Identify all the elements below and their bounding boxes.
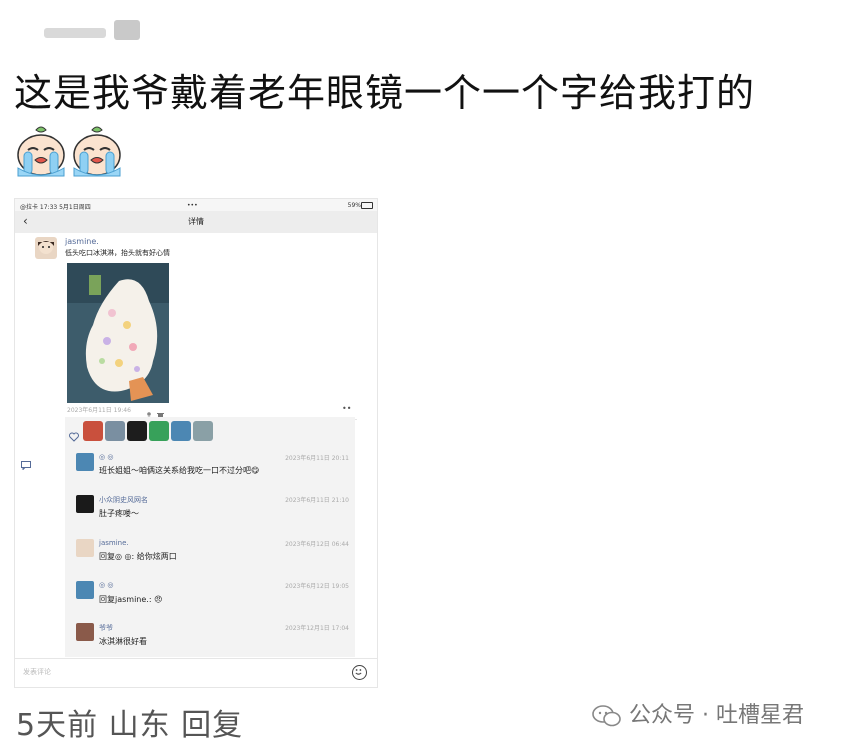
- moment-timestamp: 2023年6月11日 19:46: [67, 407, 131, 414]
- comment-time: 2023年12月1日 17:04: [285, 625, 349, 632]
- comment-input-bar[interactable]: 发表评论: [15, 658, 377, 687]
- nav-title: 详情: [188, 217, 204, 226]
- delete-icon[interactable]: [157, 404, 164, 419]
- battery-icon: [361, 202, 373, 209]
- heart-icon: [69, 427, 79, 442]
- commenter-avatar[interactable]: [76, 623, 94, 641]
- commenter-avatar[interactable]: [76, 539, 94, 557]
- blurred-username: [40, 16, 140, 42]
- commenter-avatar[interactable]: [76, 495, 94, 513]
- author-name[interactable]: jasmine.: [65, 237, 99, 246]
- commenter-avatar[interactable]: [76, 453, 94, 471]
- liker-avatar[interactable]: [105, 421, 125, 441]
- commenter-name[interactable]: ◎ ◎: [99, 581, 113, 589]
- status-bar: @拉卡 17:33 5月1日周四 ••• 59%: [15, 199, 377, 211]
- comment-text: 回复jasmine.: 😠: [99, 595, 163, 604]
- comment-time: 2023年6月12日 06:44: [285, 541, 349, 548]
- commenter-name[interactable]: jasmine.: [99, 539, 129, 547]
- comment-text: 班长姐姐～咱俩这关系给我吃一口不过分吧😋: [99, 466, 260, 475]
- embedded-screenshot: @拉卡 17:33 5月1日周四 ••• 59% ‹ 详情 jasmine. 低…: [14, 198, 378, 688]
- author-avatar[interactable]: [35, 237, 57, 259]
- wechat-icon: [592, 703, 622, 728]
- post-text: 这是我爷戴着老年眼镜一个一个字给我打的: [14, 71, 756, 115]
- comment-input[interactable]: 发表评论: [23, 667, 51, 677]
- moment-text: 低头吃口冰淇淋，抬头就有好心情: [65, 249, 170, 257]
- comment-time: 2023年6月12日 19:05: [285, 583, 349, 590]
- liker-avatar[interactable]: [193, 421, 213, 441]
- liker-avatar[interactable]: [127, 421, 147, 441]
- crying-face-icon: [70, 122, 124, 178]
- liker-avatar[interactable]: [149, 421, 169, 441]
- commenter-name[interactable]: 爷爷: [99, 623, 113, 633]
- watermark-text: 公众号 · 吐槽星君: [629, 703, 804, 728]
- crying-face-icon: [14, 122, 68, 178]
- comment-time: 2023年6月11日 20:11: [285, 455, 349, 462]
- moment-card: jasmine. 低头吃口冰淇淋，抬头就有好心情 2023年6月11日 19:4…: [15, 233, 377, 658]
- commenter-avatar[interactable]: [76, 581, 94, 599]
- comment-icon: [21, 455, 31, 471]
- comment-text: 回复◎ ◎: 给你炫两口: [99, 552, 177, 561]
- comment-text: 肚子疼喽～: [99, 509, 139, 518]
- comment-time: 2023年6月11日 21:10: [285, 497, 349, 504]
- likes-row: [65, 417, 355, 447]
- comment-text: 冰淇淋很好看: [99, 637, 147, 646]
- status-center: •••: [187, 202, 198, 209]
- post-meta: 5天前 山东 回复: [16, 708, 244, 743]
- status-left: @拉卡 17:33 5月1日周四: [20, 204, 91, 211]
- nav-bar: ‹ 详情: [15, 211, 377, 234]
- user-icon: [145, 404, 153, 419]
- battery-text: 59%: [347, 202, 361, 209]
- comments-list: ◎ ◎ 2023年6月11日 20:11 班长姐姐～咱俩这关系给我吃一口不过分吧…: [21, 447, 355, 657]
- more-icon[interactable]: ••: [342, 404, 351, 413]
- watermark: 公众号 · 吐槽星君: [592, 697, 804, 728]
- emoji-icon[interactable]: [352, 665, 367, 680]
- commenter-name[interactable]: 小众阴史风网名: [99, 495, 148, 505]
- ice-cream-photo[interactable]: [67, 263, 169, 403]
- liker-avatar[interactable]: [171, 421, 191, 441]
- liker-avatar[interactable]: [83, 421, 103, 441]
- commenter-name[interactable]: ◎ ◎: [99, 453, 113, 461]
